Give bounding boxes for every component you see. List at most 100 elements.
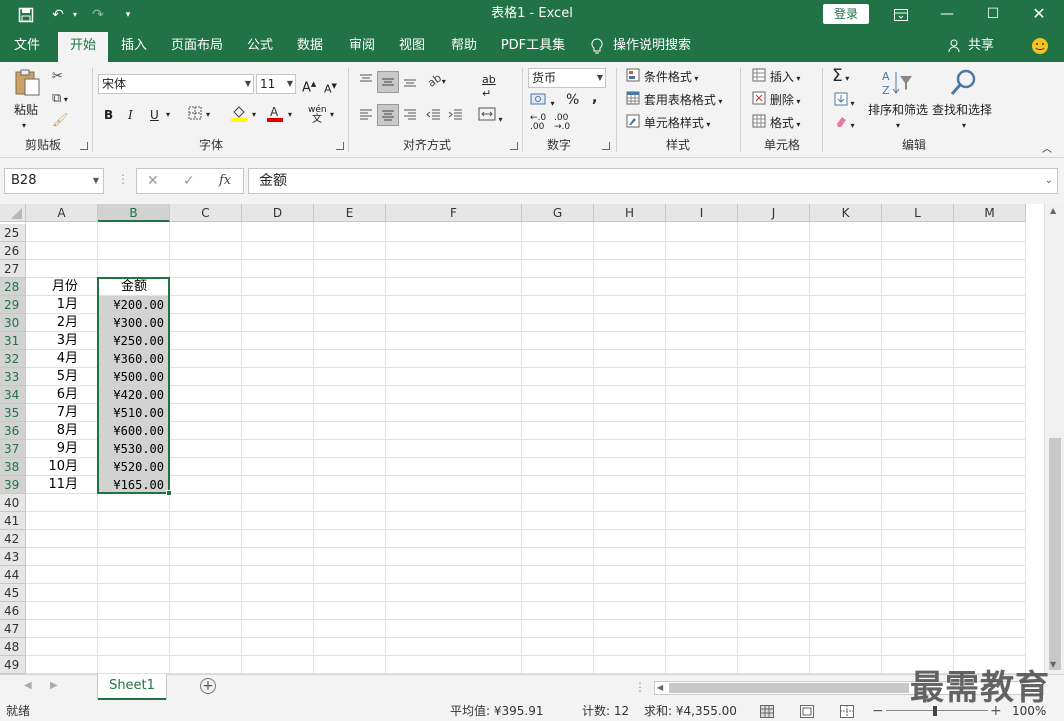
row-header-34[interactable]: 34 bbox=[0, 386, 26, 404]
row-header-26[interactable]: 26 bbox=[0, 242, 26, 260]
italic-button[interactable]: I bbox=[128, 107, 133, 123]
customize-quick-access-icon[interactable]: ▾ bbox=[120, 0, 136, 30]
column-header-j[interactable]: J bbox=[738, 204, 810, 222]
column-header-c[interactable]: C bbox=[170, 204, 242, 222]
tab-file[interactable]: 文件 bbox=[4, 30, 50, 62]
cell-styles-button[interactable]: 单元格样式 ▾ bbox=[626, 114, 710, 133]
select-all-corner[interactable] bbox=[0, 204, 26, 222]
tab-formulas[interactable]: 公式 bbox=[238, 30, 282, 62]
page-layout-view-icon[interactable] bbox=[800, 704, 814, 721]
fill-color-icon[interactable] bbox=[230, 104, 248, 126]
number-format-dropdown[interactable]: 货币 ▼ bbox=[528, 68, 606, 88]
find-select-label[interactable]: 查找和选择 bbox=[932, 102, 992, 118]
row-header-45[interactable]: 45 bbox=[0, 584, 26, 602]
increase-font-icon[interactable]: A▲ bbox=[302, 76, 316, 96]
comma-style-button[interactable]: , bbox=[592, 90, 597, 106]
align-right-icon[interactable] bbox=[402, 106, 418, 126]
row-header-29[interactable]: 29 bbox=[0, 296, 26, 314]
sort-filter-label[interactable]: 排序和筛选 bbox=[868, 102, 928, 118]
row-header-41[interactable]: 41 bbox=[0, 512, 26, 530]
decrease-indent-icon[interactable] bbox=[426, 106, 442, 126]
underline-button[interactable]: U bbox=[150, 107, 159, 123]
format-as-table-button[interactable]: 套用表格格式 ▾ bbox=[626, 91, 722, 110]
row-header-48[interactable]: 48 bbox=[0, 638, 26, 656]
share-button[interactable]: 共享 bbox=[964, 30, 998, 62]
row-header-36[interactable]: 36 bbox=[0, 422, 26, 440]
bold-button[interactable]: B bbox=[104, 107, 113, 123]
tab-split-grip-icon[interactable]: ⋮ bbox=[634, 680, 646, 694]
row-header-32[interactable]: 32 bbox=[0, 350, 26, 368]
tab-data[interactable]: 数据 bbox=[288, 30, 332, 62]
tab-insert[interactable]: 插入 bbox=[112, 30, 156, 62]
cut-icon[interactable]: ✂ bbox=[52, 68, 63, 85]
delete-cells-button[interactable]: 删除 ▾ bbox=[752, 91, 800, 110]
minimize-icon[interactable]: — bbox=[924, 0, 970, 30]
row-header-39[interactable]: 39 bbox=[0, 476, 26, 494]
copy-icon[interactable]: ⧉ ▾ bbox=[52, 90, 68, 108]
borders-dropdown-icon[interactable]: ▾ bbox=[206, 107, 210, 123]
fill-handle[interactable] bbox=[166, 490, 172, 496]
cell-a39[interactable]: 11月 bbox=[26, 476, 98, 494]
align-middle-icon[interactable] bbox=[377, 71, 399, 93]
phonetic-guide-icon[interactable]: 文 bbox=[312, 112, 322, 128]
increase-indent-icon[interactable] bbox=[448, 106, 464, 126]
cell-a33[interactable]: 5月 bbox=[26, 368, 98, 386]
underline-dropdown-icon[interactable]: ▾ bbox=[166, 107, 170, 123]
name-box[interactable]: B28 ▼ bbox=[4, 168, 104, 194]
percent-style-button[interactable]: % bbox=[566, 92, 579, 108]
row-header-30[interactable]: 30 bbox=[0, 314, 26, 332]
autosum-icon[interactable]: Σ ▾ bbox=[832, 68, 849, 87]
cell-a38[interactable]: 10月 bbox=[26, 458, 98, 476]
clear-icon[interactable]: ▾ bbox=[834, 114, 855, 134]
tell-me-search[interactable]: 操作说明搜索 bbox=[612, 30, 692, 62]
cancel-entry-icon[interactable]: ✕ bbox=[147, 169, 159, 193]
row-header-38[interactable]: 38 bbox=[0, 458, 26, 476]
tab-pdf-tools[interactable]: PDF工具集 bbox=[498, 30, 568, 62]
format-painter-icon[interactable]: 🖌 bbox=[52, 112, 69, 129]
close-icon[interactable]: ✕ bbox=[1016, 0, 1062, 30]
borders-icon[interactable] bbox=[188, 106, 202, 124]
tab-help[interactable]: 帮助 bbox=[442, 30, 486, 62]
column-header-f[interactable]: F bbox=[386, 204, 522, 222]
font-name-dropdown[interactable]: 宋体 ▼ bbox=[98, 74, 254, 94]
insert-function-icon[interactable]: fx bbox=[219, 169, 231, 193]
cell-a30[interactable]: 2月 bbox=[26, 314, 98, 332]
row-header-49[interactable]: 49 bbox=[0, 656, 26, 674]
number-launcher-icon[interactable] bbox=[602, 142, 610, 150]
align-center-icon[interactable] bbox=[377, 104, 399, 126]
row-header-40[interactable]: 40 bbox=[0, 494, 26, 512]
find-search-icon[interactable] bbox=[948, 68, 978, 102]
expand-formula-bar-icon[interactable]: ⌄ bbox=[1045, 169, 1053, 193]
column-header-h[interactable]: H bbox=[594, 204, 666, 222]
ribbon-display-options-icon[interactable] bbox=[878, 0, 924, 30]
add-sheet-icon[interactable]: + bbox=[200, 678, 216, 694]
sheet-tab-sheet1[interactable]: Sheet1 bbox=[98, 674, 166, 700]
page-break-view-icon[interactable] bbox=[840, 704, 854, 721]
tab-home[interactable]: 开始 bbox=[58, 32, 108, 62]
accounting-format-icon[interactable]: ▾ bbox=[530, 92, 555, 112]
row-header-31[interactable]: 31 bbox=[0, 332, 26, 350]
vertical-scroll-thumb[interactable] bbox=[1049, 438, 1061, 670]
orientation-icon[interactable]: ab▾ bbox=[425, 71, 446, 90]
horizontal-scroll-thumb[interactable] bbox=[669, 683, 909, 693]
cell-a36[interactable]: 8月 bbox=[26, 422, 98, 440]
cell-a37[interactable]: 9月 bbox=[26, 440, 98, 458]
row-header-46[interactable]: 46 bbox=[0, 602, 26, 620]
format-cells-button[interactable]: 格式 ▾ bbox=[752, 114, 800, 133]
undo-dropdown-icon[interactable]: ▾ bbox=[70, 0, 80, 30]
smiley-feedback-icon[interactable] bbox=[1028, 30, 1052, 62]
zoom-slider-track[interactable] bbox=[886, 710, 988, 711]
paste-label[interactable]: 粘贴 bbox=[14, 102, 38, 118]
cell-a31[interactable]: 3月 bbox=[26, 332, 98, 350]
conditional-formatting-button[interactable]: 条件格式 ▾ bbox=[626, 68, 698, 87]
insert-cells-button[interactable]: 插入 ▾ bbox=[752, 68, 800, 87]
scroll-down-icon[interactable]: ▼ bbox=[1050, 660, 1056, 669]
cell-a28[interactable]: 月份 bbox=[26, 278, 98, 296]
column-header-m[interactable]: M bbox=[954, 204, 1026, 222]
font-color-dropdown-icon[interactable]: ▾ bbox=[288, 107, 292, 123]
decrease-font-icon[interactable]: A▼ bbox=[324, 78, 337, 98]
row-header-27[interactable]: 27 bbox=[0, 260, 26, 278]
vertical-scrollbar[interactable]: ▲ ▼ bbox=[1044, 204, 1064, 674]
formula-input[interactable]: 金额 ⌄ bbox=[248, 168, 1058, 194]
zoom-out-icon[interactable]: − bbox=[872, 701, 884, 721]
